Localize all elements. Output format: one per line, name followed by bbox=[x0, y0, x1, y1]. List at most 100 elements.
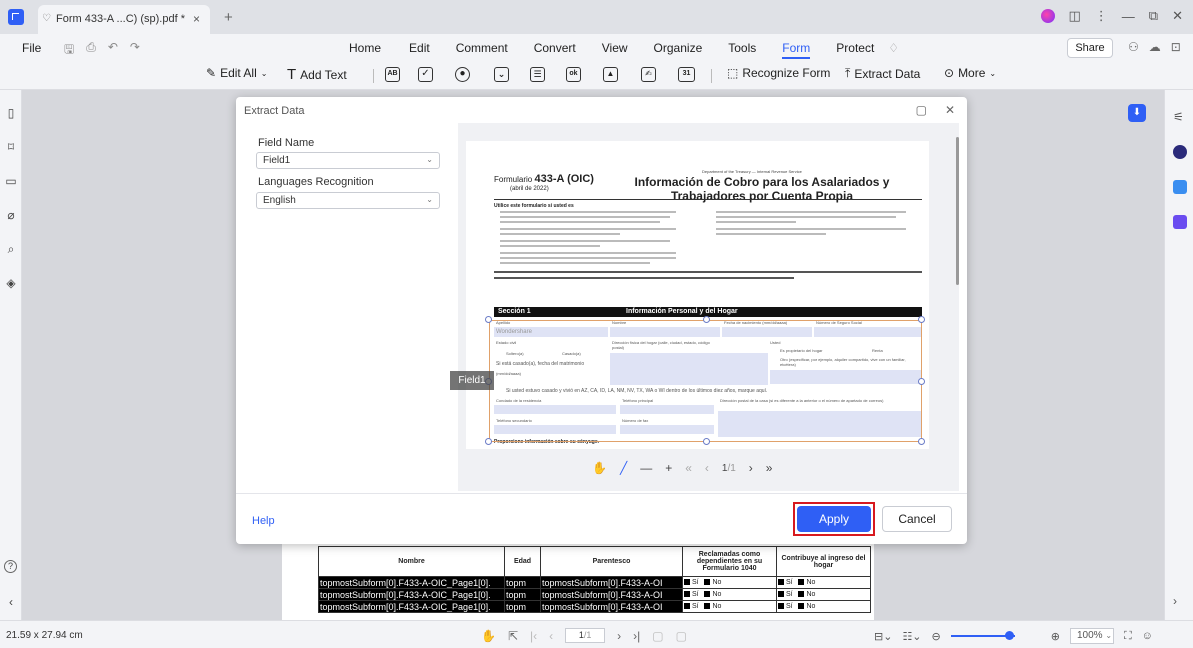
reading-mode-icon[interactable]: ☺ bbox=[1142, 630, 1153, 642]
edit-panel-icon[interactable] bbox=[1173, 215, 1187, 229]
ai-assistant-icon[interactable] bbox=[1173, 145, 1187, 159]
users-icon[interactable]: ⚇ bbox=[1128, 40, 1139, 54]
relation-field[interactable]: topmostSubform[0].F433-A-OI bbox=[540, 576, 683, 589]
next-page-icon[interactable]: › bbox=[617, 629, 621, 643]
resize-handle[interactable] bbox=[918, 438, 925, 445]
radio-button-icon[interactable]: ● bbox=[455, 67, 470, 82]
contribute-checks[interactable]: Sí No bbox=[776, 576, 871, 589]
lightbulb-icon[interactable]: ♢ bbox=[888, 41, 899, 59]
resize-handle[interactable] bbox=[485, 316, 492, 323]
fit-page-icon[interactable]: ⊟⌄ bbox=[874, 630, 892, 643]
date-field-icon[interactable]: 31 bbox=[678, 67, 695, 82]
zoom-level-select[interactable]: 100% ⌄ bbox=[1069, 628, 1114, 644]
more-button[interactable]: ⊙ More ⌄ bbox=[944, 66, 996, 80]
resize-handle[interactable] bbox=[703, 316, 710, 323]
single-page-icon[interactable]: ▢ bbox=[652, 629, 663, 643]
save-icon[interactable]: 🖫 bbox=[64, 40, 74, 61]
zoom-slider-knob[interactable] bbox=[1004, 631, 1014, 640]
menu-comment[interactable]: Comment bbox=[456, 41, 508, 59]
image-field-icon[interactable]: ▲ bbox=[603, 67, 618, 82]
menu-home[interactable]: Home bbox=[349, 41, 381, 59]
add-text-button[interactable]: T Add Text bbox=[287, 66, 347, 83]
dependent-checks[interactable]: Sí No bbox=[682, 576, 777, 589]
help-icon[interactable]: ? bbox=[4, 560, 17, 573]
document-tab[interactable]: ♡ Form 433-A ...C) (sp).pdf * × bbox=[38, 5, 210, 34]
field-name-select[interactable]: Field1 ⌄ bbox=[256, 152, 440, 169]
fullscreen-icon[interactable]: ⛶ bbox=[1124, 630, 1132, 643]
chevron-right-icon[interactable]: › bbox=[1173, 594, 1187, 608]
preview-scrollbar[interactable] bbox=[956, 137, 959, 285]
cancel-button[interactable]: Cancel bbox=[882, 506, 952, 532]
floating-download-icon[interactable]: ⬇ bbox=[1128, 104, 1146, 122]
contribute-checks[interactable]: Sí No bbox=[776, 600, 871, 613]
page-thumbnail-icon[interactable]: ▯ bbox=[4, 106, 18, 120]
name-field[interactable]: topmostSubform[0].F433-A-OIC_Page1[0]. bbox=[318, 588, 505, 601]
comment-icon[interactable]: ▭ bbox=[4, 174, 18, 188]
hand-tool-icon[interactable]: ✋ bbox=[592, 461, 607, 475]
translate-icon[interactable] bbox=[1173, 180, 1187, 194]
maximize-icon[interactable]: ▢ bbox=[916, 103, 927, 117]
last-page-icon[interactable]: ›| bbox=[633, 629, 640, 643]
more-menu-icon[interactable]: ⋮ bbox=[1095, 8, 1108, 24]
signature-field-icon[interactable]: ✍ bbox=[641, 67, 656, 82]
field-selection-box[interactable] bbox=[489, 320, 922, 442]
recognize-form-button[interactable]: ⬚ Recognize Form bbox=[727, 66, 830, 80]
share-button[interactable]: Share bbox=[1067, 38, 1113, 58]
relation-field[interactable]: topmostSubform[0].F433-A-OI bbox=[540, 600, 683, 613]
cloud-icon[interactable]: ☁ bbox=[1149, 40, 1161, 54]
help-link[interactable]: Help bbox=[252, 515, 275, 527]
checkbox-icon[interactable]: ✓ bbox=[418, 67, 433, 82]
undo-icon[interactable]: ↶ bbox=[108, 40, 118, 61]
next-page-icon[interactable]: › bbox=[749, 461, 753, 475]
resize-handle[interactable] bbox=[703, 438, 710, 445]
age-field[interactable]: topm bbox=[504, 588, 541, 601]
bookmark-icon[interactable]: ⌑ bbox=[4, 140, 18, 154]
prev-page-icon[interactable]: ‹ bbox=[549, 629, 553, 643]
edit-all-button[interactable]: ✎ Edit All ⌄ bbox=[206, 66, 267, 80]
zoom-out-icon[interactable]: ⊖ bbox=[932, 630, 941, 643]
menu-protect[interactable]: Protect bbox=[836, 41, 874, 59]
extract-data-button[interactable]: ⤒ Extract Data bbox=[845, 66, 920, 81]
name-field[interactable]: topmostSubform[0].F433-A-OIC_Page1[0]. bbox=[318, 576, 505, 589]
text-field-icon[interactable]: AB bbox=[385, 67, 400, 82]
menu-convert[interactable]: Convert bbox=[534, 41, 576, 59]
contribute-checks[interactable]: Sí No bbox=[776, 588, 871, 601]
apply-button[interactable]: Apply bbox=[797, 506, 871, 532]
age-field[interactable]: topm bbox=[504, 576, 541, 589]
resize-handle[interactable] bbox=[918, 378, 925, 385]
list-box-icon[interactable]: ☰ bbox=[530, 67, 545, 82]
prev-page-icon[interactable]: ‹ bbox=[705, 461, 709, 475]
dependent-checks[interactable]: Sí No bbox=[682, 600, 777, 613]
page-number-input[interactable]: 1/1 bbox=[565, 628, 606, 643]
page-layout-icon[interactable]: ☷⌄ bbox=[902, 630, 921, 643]
resize-handle[interactable] bbox=[485, 438, 492, 445]
resize-handle[interactable] bbox=[918, 316, 925, 323]
properties-icon[interactable]: ⚟ bbox=[1173, 110, 1187, 124]
two-page-icon[interactable]: ▢ bbox=[676, 629, 687, 643]
attachment-icon[interactable]: ⌀ bbox=[4, 208, 18, 222]
menu-form[interactable]: Form bbox=[782, 41, 811, 59]
language-select[interactable]: English ⌄ bbox=[256, 192, 440, 209]
menu-file[interactable]: File bbox=[22, 41, 41, 55]
dependent-checks[interactable]: Sí No bbox=[682, 588, 777, 601]
menu-view[interactable]: View bbox=[602, 41, 628, 59]
menu-tools[interactable]: Tools bbox=[728, 41, 756, 59]
select-cursor-icon[interactable]: ⇱ bbox=[508, 629, 518, 643]
search-icon[interactable]: ⌕ bbox=[4, 242, 18, 257]
expand-icon[interactable]: ⊡ bbox=[1171, 40, 1181, 54]
close-icon[interactable]: ✕ bbox=[945, 103, 955, 117]
first-page-icon[interactable]: |‹ bbox=[530, 629, 537, 643]
button-field-icon[interactable]: ok bbox=[566, 67, 581, 82]
last-page-icon[interactable]: » bbox=[766, 461, 773, 475]
print-icon[interactable]: ⎙ bbox=[86, 40, 96, 61]
hand-icon[interactable]: ✋ bbox=[481, 629, 496, 643]
minimize-button[interactable]: — bbox=[1122, 9, 1135, 24]
combo-box-icon[interactable]: ⌄ bbox=[494, 67, 509, 82]
user-avatar[interactable] bbox=[1040, 9, 1055, 23]
menu-edit[interactable]: Edit bbox=[409, 41, 430, 59]
tab-close-icon[interactable]: × bbox=[193, 12, 200, 26]
restore-button[interactable]: ⧉ bbox=[1149, 8, 1158, 24]
first-page-icon[interactable]: « bbox=[685, 461, 692, 475]
age-field[interactable]: topm bbox=[504, 600, 541, 613]
panel-icon[interactable]: ◫ bbox=[1069, 8, 1081, 24]
